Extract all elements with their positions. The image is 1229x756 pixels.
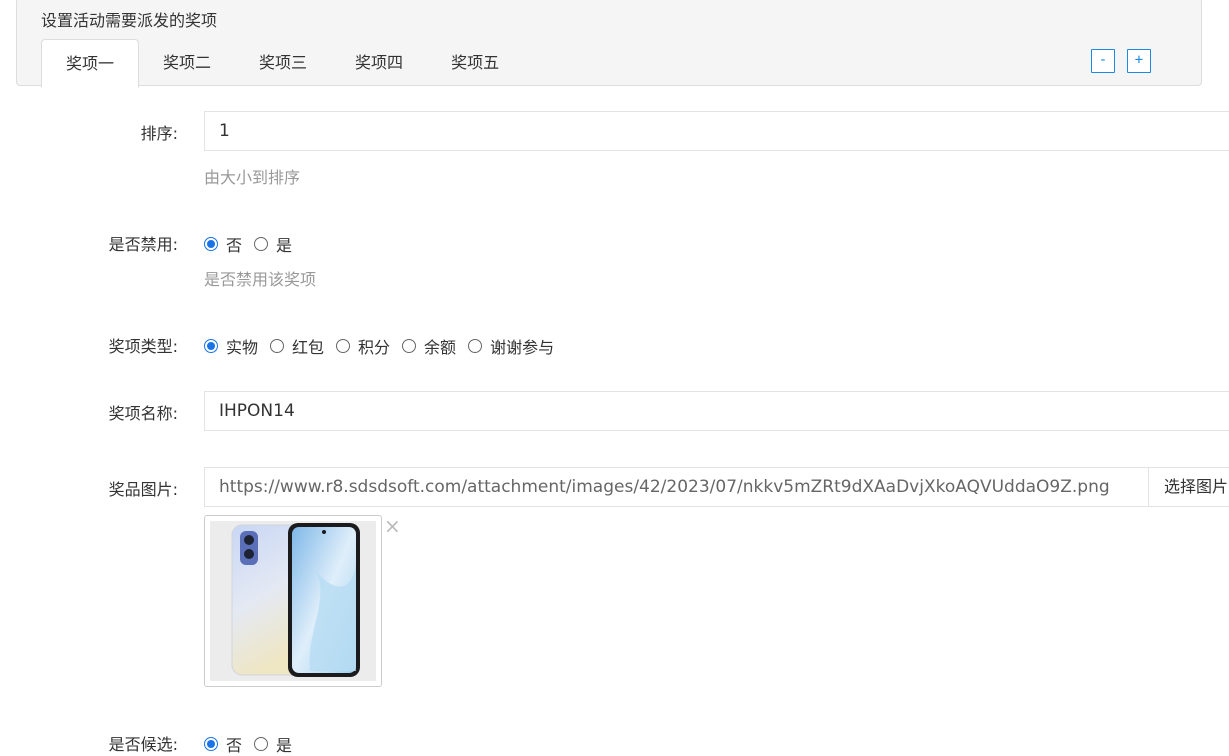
radio-unchecked[interactable] — [254, 737, 269, 751]
close-icon[interactable]: × — [384, 516, 401, 536]
radio-unchecked[interactable] — [336, 339, 351, 353]
prize-image-label: 奖品图片: — [108, 480, 178, 499]
prize-type-option-red-packet[interactable]: 红包 — [270, 334, 324, 358]
candidate-option-no[interactable]: 否 — [204, 732, 242, 756]
radio-label: 是 — [276, 736, 293, 755]
radio-label: 否 — [226, 236, 243, 255]
disabled-help: 是否禁用该奖项 — [204, 270, 317, 289]
prize-name-label: 奖项名称: — [108, 404, 178, 423]
prize-type-option-points[interactable]: 积分 — [336, 334, 390, 358]
disabled-label: 是否禁用: — [108, 235, 178, 254]
tab-prize-4[interactable]: 奖项四 — [331, 39, 427, 86]
prize-name-input[interactable]: IHPON14 — [204, 391, 1229, 431]
radio-label: 谢谢参与 — [490, 338, 555, 357]
prize-type-option-balance[interactable]: 余额 — [402, 334, 456, 358]
sort-help: 由大小到排序 — [204, 168, 301, 187]
candidate-radio-group: 否 是 — [204, 732, 304, 756]
remove-prize-button[interactable]: - — [1091, 49, 1115, 73]
prize-panel-header: 设置活动需要派发的奖项 奖项一 奖项二 奖项三 奖项四 奖项五 - + — [16, 0, 1202, 88]
prize-type-option-physical[interactable]: 实物 — [204, 334, 258, 358]
radio-unchecked[interactable] — [402, 339, 417, 353]
radio-unchecked[interactable] — [254, 237, 269, 251]
radio-label: 是 — [276, 236, 293, 255]
panel-title: 设置活动需要派发的奖项 — [41, 11, 218, 30]
radio-label: 红包 — [292, 338, 325, 357]
prize-type-option-thanks[interactable]: 谢谢参与 — [468, 334, 554, 358]
prize-type-radio-group: 实物 红包 积分 余额 谢谢参与 — [204, 334, 566, 358]
choose-image-button[interactable]: 选择图片 — [1148, 467, 1229, 507]
radio-label: 否 — [226, 736, 243, 755]
candidate-label: 是否候选: — [108, 735, 178, 754]
prize-image-url-group: https://www.r8.sdsdsoft.com/attachment/i… — [204, 467, 1229, 507]
candidate-option-yes[interactable]: 是 — [254, 732, 292, 756]
radio-label: 积分 — [358, 338, 391, 357]
prize-image-thumbnail — [204, 515, 382, 687]
radio-checked[interactable] — [204, 737, 218, 751]
radio-unchecked[interactable] — [270, 339, 285, 353]
tab-prize-5[interactable]: 奖项五 — [427, 39, 523, 86]
tab-prize-2[interactable]: 奖项二 — [139, 39, 235, 86]
disabled-option-yes[interactable]: 是 — [254, 232, 292, 256]
prize-image-url-input[interactable]: https://www.r8.sdsdsoft.com/attachment/i… — [204, 467, 1148, 507]
disabled-option-no[interactable]: 否 — [204, 232, 242, 256]
sort-label: 排序: — [140, 124, 178, 143]
radio-label: 余额 — [424, 338, 457, 357]
disabled-radio-group: 否 是 — [204, 232, 304, 256]
radio-checked[interactable] — [204, 339, 218, 353]
phone-image-icon — [210, 521, 376, 681]
radio-label: 实物 — [226, 338, 259, 357]
prize-type-label: 奖项类型: — [108, 337, 178, 356]
radio-checked[interactable] — [204, 237, 218, 251]
sort-input[interactable]: 1 — [204, 111, 1229, 151]
radio-unchecked[interactable] — [468, 339, 483, 353]
prize-tabs: 奖项一 奖项二 奖项三 奖项四 奖项五 — [41, 39, 523, 88]
tab-prize-3[interactable]: 奖项三 — [235, 39, 331, 86]
add-prize-button[interactable]: + — [1127, 49, 1151, 73]
tab-prize-1[interactable]: 奖项一 — [41, 39, 140, 88]
